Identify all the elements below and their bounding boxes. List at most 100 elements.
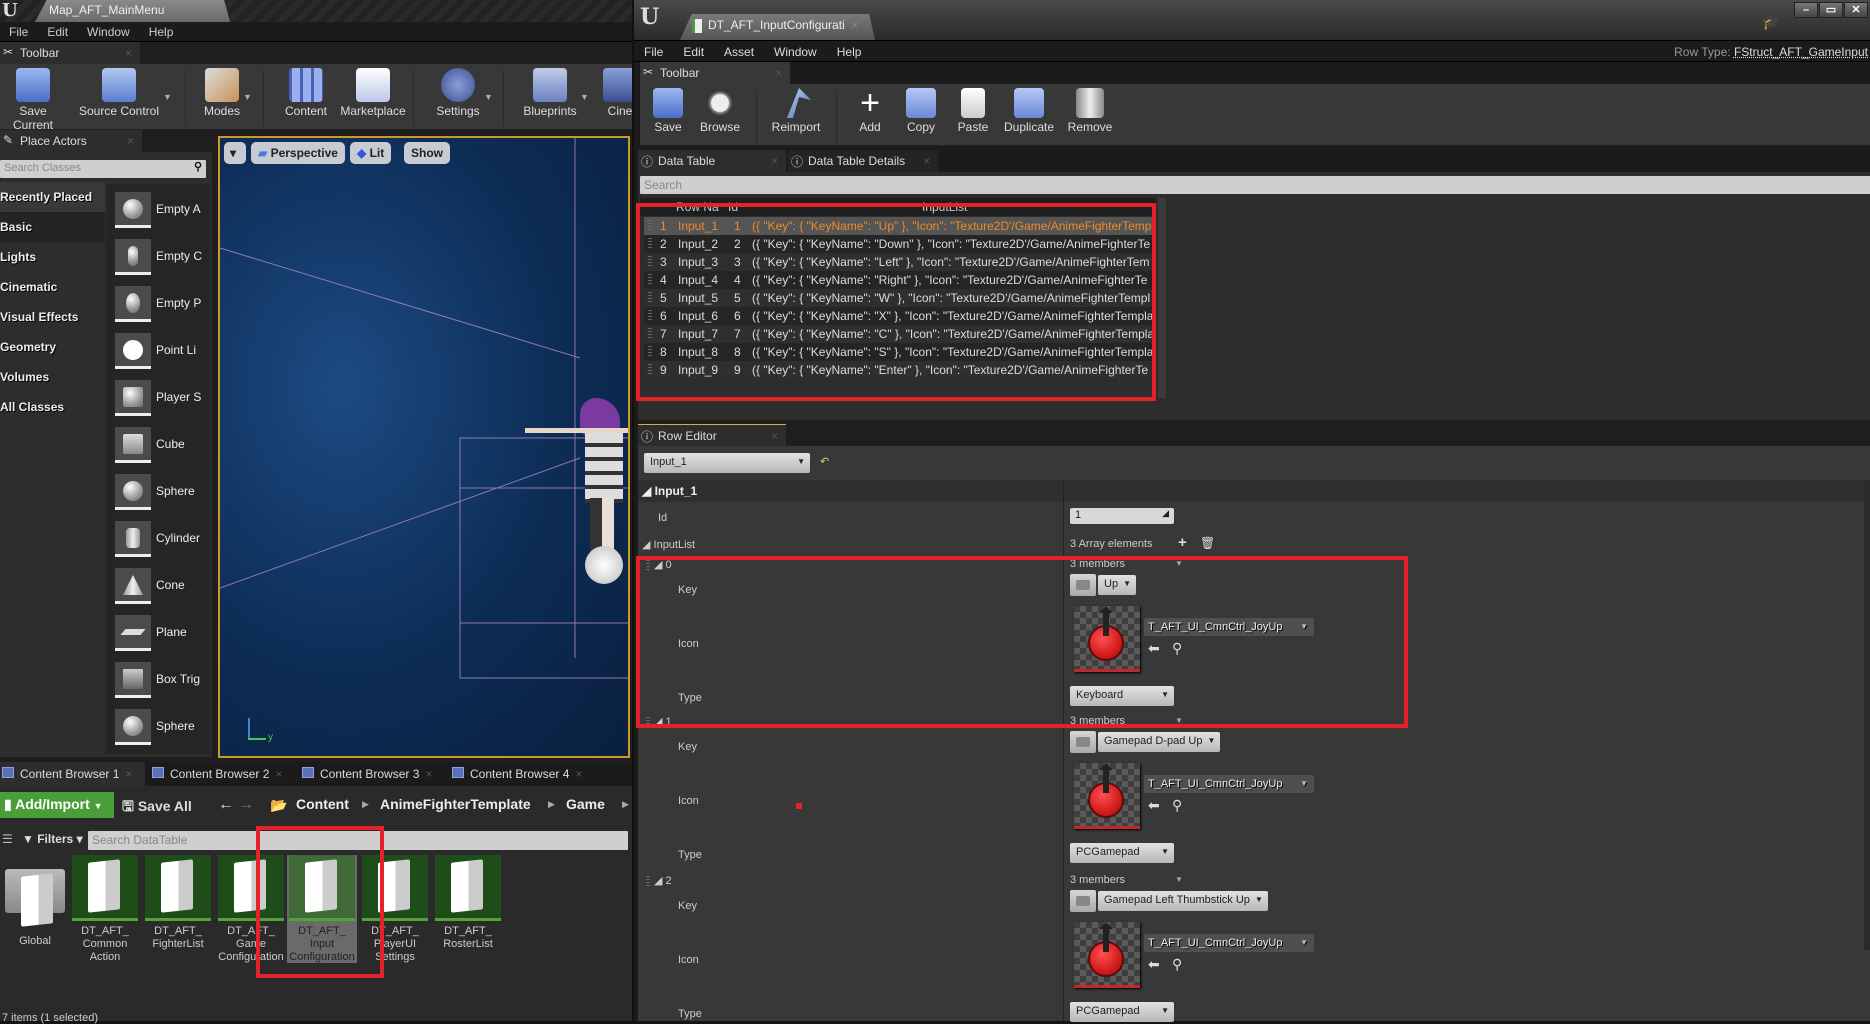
close-icon[interactable]: × bbox=[575, 767, 582, 781]
column-header-inputlist[interactable]: InputList bbox=[922, 200, 967, 214]
browse-button[interactable]: Browse bbox=[692, 84, 748, 134]
tab-content-browser-4[interactable]: Content Browser 4 × bbox=[450, 762, 595, 786]
actor-item[interactable]: Cylinder bbox=[113, 521, 211, 568]
row-drag-handle[interactable] bbox=[648, 274, 652, 286]
maximize-button[interactable]: ▭ bbox=[1819, 2, 1843, 18]
sources-toggle-icon[interactable]: ☰ bbox=[2, 832, 13, 846]
actor-item[interactable]: Empty A bbox=[113, 192, 211, 239]
level-toolbar-tab[interactable]: ✂ Toolbar × bbox=[0, 42, 140, 64]
menu-help[interactable]: Help bbox=[827, 41, 872, 59]
show-button[interactable]: Show bbox=[404, 142, 450, 164]
asset-datatable[interactable]: DT_AFT_ Game Configuration bbox=[216, 855, 286, 964]
menu-window[interactable]: Window bbox=[78, 22, 140, 39]
actor-item[interactable]: Empty C bbox=[113, 239, 211, 286]
asset-datatable[interactable]: DT_AFT_ Common Action bbox=[70, 855, 140, 964]
key-dropdown[interactable]: Up bbox=[1098, 575, 1137, 595]
marketplace-button[interactable]: Marketplace bbox=[338, 64, 408, 118]
asset-datatable-selected[interactable]: DT_AFT_ Input Configuration bbox=[287, 855, 357, 963]
category-volumes[interactable]: Volumes bbox=[0, 362, 105, 392]
asset-datatable[interactable]: DT_AFT_ RosterList bbox=[433, 855, 503, 951]
row-drag-handle[interactable] bbox=[648, 220, 652, 232]
browse-search-icon[interactable]: ⚲ bbox=[1172, 797, 1182, 814]
close-window-button[interactable]: ✕ bbox=[1844, 2, 1868, 18]
menu-file[interactable]: File bbox=[0, 22, 38, 39]
key-selector-icon[interactable] bbox=[1070, 574, 1096, 596]
element-drag-handle[interactable] bbox=[646, 717, 650, 729]
table-row[interactable]: 2 Input_2 2 ({ "Key": { "KeyName": "Down" }… bbox=[644, 235, 1154, 253]
element-index[interactable]: ◢ 2 bbox=[654, 874, 672, 887]
tutorial-hat-icon[interactable]: 🎓 bbox=[1762, 14, 1779, 31]
texture-asset-picker[interactable]: T_AFT_UI_CmnCtrl_JoyUp bbox=[1144, 618, 1314, 636]
type-dropdown[interactable]: Keyboard bbox=[1070, 686, 1174, 706]
menu-edit[interactable]: Edit bbox=[673, 41, 714, 59]
asset-datatable[interactable]: DT_AFT_ FighterList bbox=[143, 855, 213, 951]
texture-thumbnail[interactable] bbox=[1074, 922, 1140, 988]
place-actors-tab[interactable]: ✎ Place Actors × bbox=[0, 130, 142, 152]
save-all-button[interactable]: 🖫 Save All bbox=[122, 796, 192, 820]
datatable-toolbar-tab[interactable]: ✂ Toolbar × bbox=[640, 62, 790, 84]
perspective-button[interactable]: ▰ Perspective bbox=[251, 142, 345, 164]
chevron-down-icon[interactable]: ▼ bbox=[484, 92, 493, 102]
column-header-row-name[interactable]: Row Na bbox=[676, 200, 719, 214]
element-index[interactable]: ◢ 1 bbox=[654, 715, 672, 728]
row-drag-handle[interactable] bbox=[648, 310, 652, 322]
row-drag-handle[interactable] bbox=[648, 292, 652, 304]
actor-item[interactable]: Point Li bbox=[113, 333, 211, 380]
asset-folder-global[interactable]: Global bbox=[0, 855, 70, 948]
tab-content-browser-1[interactable]: Content Browser 1 × bbox=[0, 762, 145, 786]
breadcrumb-animefightertemplate[interactable]: AnimeFighterTemplate bbox=[380, 796, 531, 812]
use-selected-arrow-icon[interactable]: ⬅ bbox=[1148, 956, 1160, 973]
type-dropdown[interactable]: PCGamepad bbox=[1070, 843, 1174, 863]
table-row[interactable]: 7 Input_7 7 ({ "Key": { "KeyName": "C" }, "… bbox=[644, 325, 1154, 343]
row-drag-handle[interactable] bbox=[648, 328, 652, 340]
source-control-button[interactable]: Source Control bbox=[74, 64, 164, 118]
table-row[interactable]: 3 Input_3 3 ({ "Key": { "KeyName": "Left" }… bbox=[644, 253, 1154, 271]
close-icon[interactable]: × bbox=[127, 134, 134, 148]
close-icon[interactable]: × bbox=[275, 767, 282, 781]
close-icon[interactable]: × bbox=[771, 154, 778, 168]
table-row[interactable]: 4 Input_4 4 ({ "Key": { "KeyName": "Right" … bbox=[644, 271, 1154, 289]
table-row[interactable]: 6 Input_6 6 ({ "Key": { "KeyName": "X" }, "… bbox=[644, 307, 1154, 325]
texture-thumbnail[interactable] bbox=[1074, 763, 1140, 829]
tab-data-table-details[interactable]: ⓘ Data Table Details × bbox=[788, 150, 938, 172]
key-dropdown[interactable]: Gamepad D-pad Up bbox=[1098, 732, 1221, 752]
breadcrumb-game[interactable]: Game bbox=[566, 796, 605, 812]
tab-content-browser-2[interactable]: Content Browser 2 × bbox=[150, 762, 295, 786]
column-header-id[interactable]: Id bbox=[728, 200, 738, 214]
blueprints-button[interactable]: Blueprints bbox=[515, 64, 585, 118]
viewport-options-button[interactable]: ▾ bbox=[224, 142, 246, 164]
texture-thumbnail[interactable] bbox=[1074, 606, 1140, 672]
trash-icon[interactable]: 🗑 bbox=[1200, 536, 1215, 550]
members-count[interactable]: 3 members bbox=[1070, 715, 1183, 727]
duplicate-button[interactable]: Duplicate bbox=[998, 84, 1060, 134]
row-selector-dropdown[interactable]: Input_1 bbox=[644, 453, 810, 473]
remove-button[interactable]: Remove bbox=[1062, 84, 1118, 134]
datatable-doc-tab[interactable]: DT_AFT_InputConfigurati × bbox=[680, 14, 875, 40]
table-row[interactable]: 5 Input_5 5 ({ "Key": { "KeyName": "W" }, "… bbox=[644, 289, 1154, 307]
use-selected-arrow-icon[interactable]: ⬅ bbox=[1148, 640, 1160, 657]
category-basic[interactable]: Basic bbox=[0, 212, 105, 242]
table-row[interactable]: 9 Input_9 9 ({ "Key": { "KeyName": "Enter" … bbox=[644, 361, 1154, 379]
breadcrumb-content[interactable]: Content bbox=[296, 796, 349, 812]
use-selected-arrow-icon[interactable]: ⬅ bbox=[1148, 797, 1160, 814]
id-input[interactable]: 1 ◢ bbox=[1070, 508, 1174, 524]
close-icon[interactable]: × bbox=[775, 66, 782, 80]
close-icon[interactable]: × bbox=[771, 429, 778, 443]
texture-asset-picker[interactable]: T_AFT_UI_CmnCtrl_JoyUp bbox=[1144, 775, 1314, 793]
column-splitter[interactable] bbox=[1063, 480, 1064, 1021]
minimize-button[interactable]: – bbox=[1794, 2, 1818, 18]
menu-edit[interactable]: Edit bbox=[38, 22, 78, 39]
row-drag-handle[interactable] bbox=[648, 238, 652, 250]
element-drag-handle[interactable] bbox=[646, 560, 650, 572]
tab-content-browser-3[interactable]: Content Browser 3 × bbox=[300, 762, 445, 786]
search-classes-input[interactable]: Search Classes ⚲ bbox=[0, 160, 206, 178]
actor-item[interactable]: Cone bbox=[113, 568, 211, 615]
search-datatable-input[interactable]: Search DataTable bbox=[88, 831, 628, 850]
add-element-icon[interactable]: + bbox=[1178, 534, 1187, 551]
content-button[interactable]: Content bbox=[276, 64, 336, 118]
row-editor-scrollbar[interactable] bbox=[1864, 480, 1870, 950]
chevron-down-icon[interactable]: ▼ bbox=[243, 92, 252, 102]
back-arrow-icon[interactable]: ← bbox=[218, 796, 234, 814]
reset-to-default-icon[interactable]: ↶ bbox=[820, 455, 829, 468]
category-recently-placed[interactable]: Recently Placed bbox=[0, 182, 105, 212]
